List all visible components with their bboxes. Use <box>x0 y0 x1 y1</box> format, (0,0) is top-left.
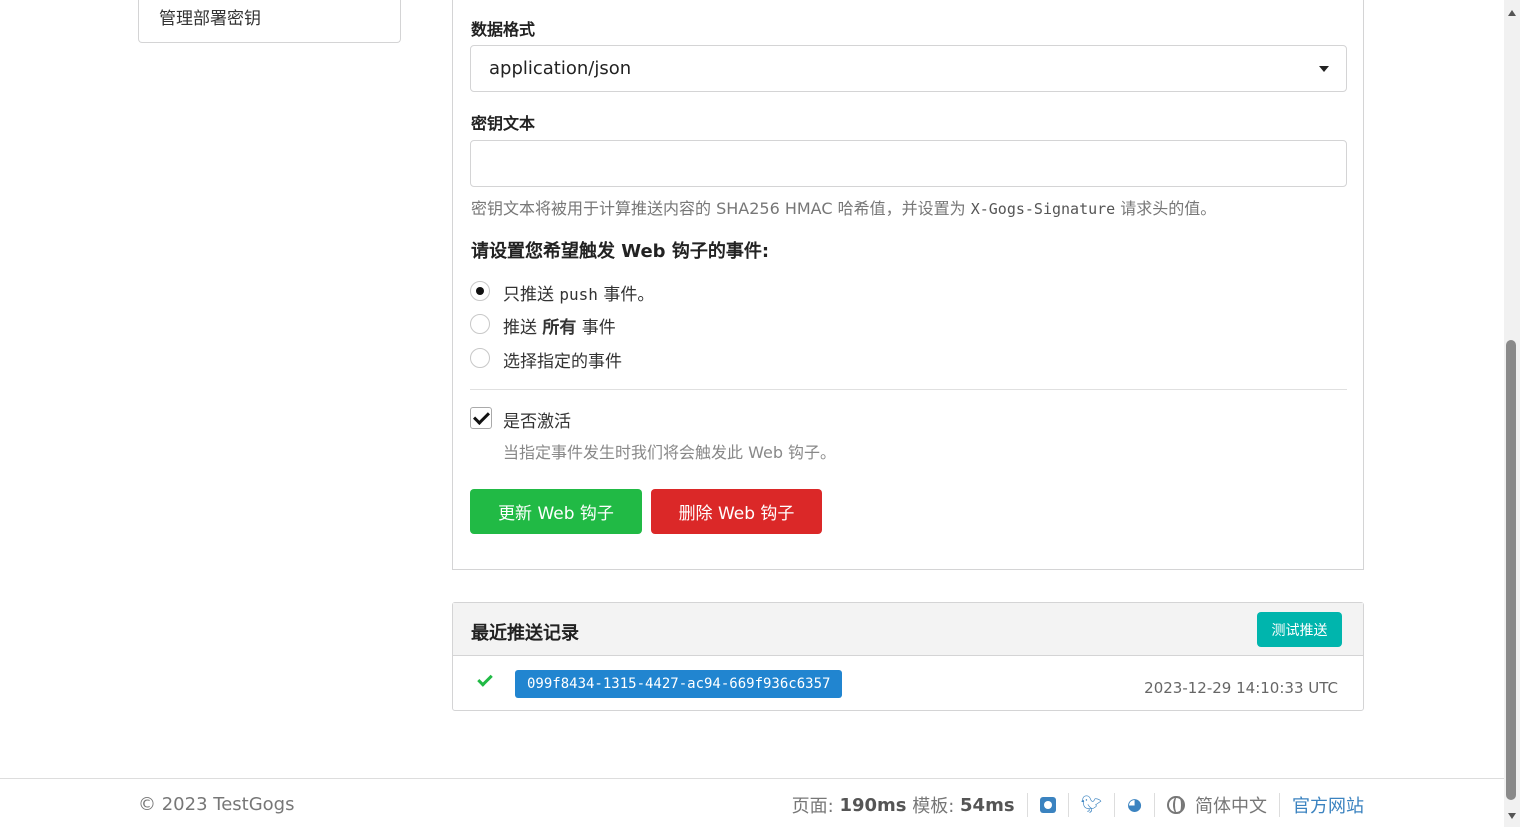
copyright-text: © 2023 TestGogs <box>138 794 295 815</box>
delivery-uuid-label[interactable]: 099f8434-1315-4427-ac94-669f936c6357 <box>515 670 843 698</box>
footer: © 2023 TestGogs 页面: 190ms 模板: 54ms 🐦︎ ◕ … <box>0 778 1504 827</box>
footer-right: 页面: 190ms 模板: 54ms 🐦︎ ◕ 简体中文 官方网站 <box>792 792 1364 818</box>
secret-label: 密钥文本 <box>471 114 536 133</box>
page-time-value: 190ms <box>839 794 907 816</box>
delete-webhook-button[interactable]: 删除 Web 钩子 <box>651 489 822 534</box>
radio-push-only[interactable] <box>470 281 490 301</box>
content-type-value: application/json <box>489 58 632 79</box>
success-check-icon <box>477 671 493 687</box>
twitter-icon[interactable]: 🐦︎ <box>1081 795 1103 815</box>
content-type-select[interactable]: application/json <box>470 45 1347 92</box>
official-site-link[interactable]: 官方网站 <box>1292 792 1364 818</box>
template-time-label: 模板: <box>912 796 955 817</box>
github-icon[interactable] <box>1039 797 1056 813</box>
weibo-icon[interactable]: ◕ <box>1127 795 1142 815</box>
radio-all-events[interactable] <box>470 314 490 334</box>
recent-deliveries-panel: 最近推送记录 测试推送 099f8434-1315-4427-ac94-669f… <box>452 602 1364 711</box>
radio-all-events-label[interactable]: 推送 所有 事件 <box>503 313 616 338</box>
radio-choose-events-label[interactable]: 选择指定的事件 <box>503 347 622 372</box>
scrollbar-thumb[interactable] <box>1506 340 1516 800</box>
delivery-timestamp: 2023-12-29 14:10:33 UTC <box>1144 679 1338 697</box>
dropdown-caret-icon <box>1319 66 1329 72</box>
page-time-label: 页面: <box>791 796 834 817</box>
template-time-value: 54ms <box>960 794 1015 816</box>
content-type-label: 数据格式 <box>471 20 536 39</box>
radio-choose-events[interactable] <box>470 348 490 368</box>
divider <box>470 389 1347 390</box>
language-selector[interactable]: 简体中文 <box>1195 792 1267 818</box>
sidebar-item-deploy-keys[interactable]: 管理部署密钥 <box>159 4 261 29</box>
scroll-up-arrow-icon[interactable] <box>1508 10 1516 16</box>
globe-icon <box>1167 796 1185 814</box>
recent-deliveries-title: 最近推送记录 <box>471 623 579 644</box>
events-title: 请设置您希望触发 Web 钩子的事件: <box>471 241 770 262</box>
signature-header-code: X-Gogs-Signature <box>970 200 1116 218</box>
scroll-down-arrow-icon[interactable] <box>1508 813 1516 819</box>
active-checkbox[interactable] <box>470 407 492 429</box>
active-help-text: 当指定事件发生时我们将会触发此 Web 钩子。 <box>503 443 837 462</box>
webhook-settings-panel: 数据格式 application/json 密钥文本 密钥文本将被用于计算推送内… <box>452 0 1364 570</box>
radio-push-only-label[interactable]: 只推送 push 事件。 <box>503 280 654 305</box>
secret-input[interactable] <box>470 140 1347 187</box>
update-webhook-button[interactable]: 更新 Web 钩子 <box>470 489 642 534</box>
active-checkbox-label[interactable]: 是否激活 <box>503 407 571 432</box>
settings-sidebar: 管理部署密钥 <box>138 0 401 43</box>
secret-help-text: 密钥文本将被用于计算推送内容的 SHA256 HMAC 哈希值，并设置为 X-G… <box>471 199 1217 218</box>
recent-deliveries-header: 最近推送记录 测试推送 <box>453 603 1363 656</box>
scrollbar[interactable] <box>1504 0 1520 827</box>
test-delivery-button[interactable]: 测试推送 <box>1257 612 1342 647</box>
